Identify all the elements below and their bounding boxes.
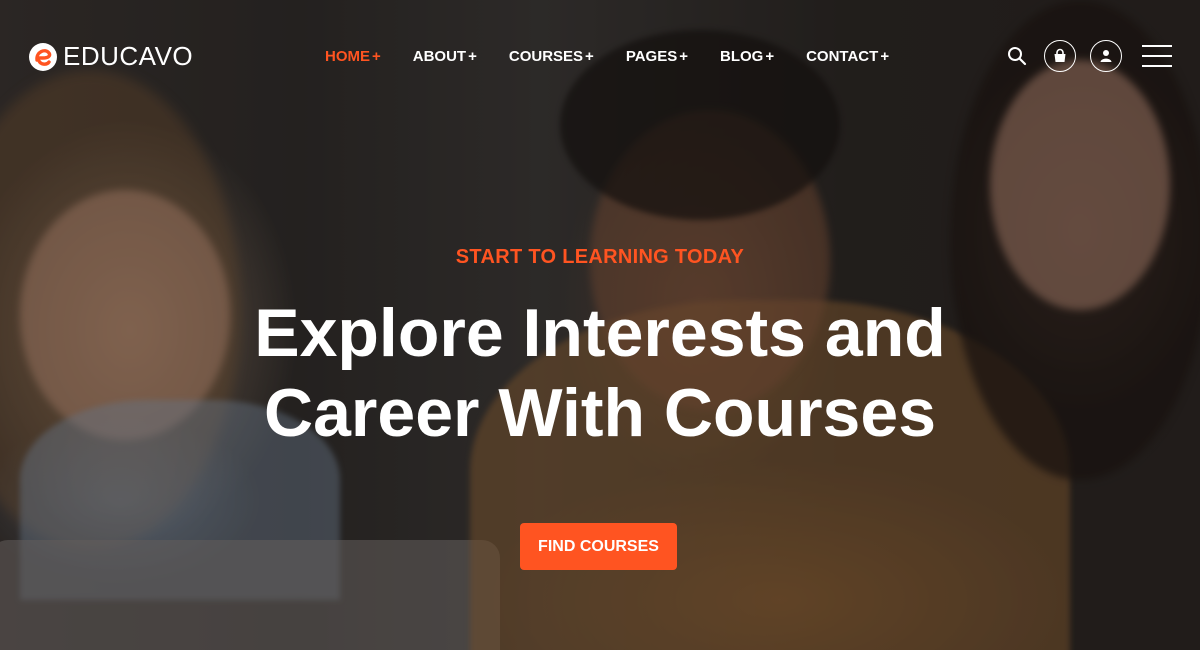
hero-headline: Explore Interests and Career With Course… <box>0 293 1200 453</box>
nav-item-label: BLOG <box>719 47 764 65</box>
hero-headline-line-2: Career With Courses <box>263 375 937 451</box>
nav-item-label: PAGES <box>625 47 678 65</box>
nav-item-label: CONTACT <box>806 47 879 65</box>
header-actions <box>1006 40 1172 72</box>
search-icon[interactable] <box>1006 45 1028 67</box>
educavo-logo-icon <box>29 42 57 71</box>
user-icon <box>1100 50 1112 62</box>
plus-icon: + <box>880 47 890 65</box>
menu-icon[interactable] <box>1142 45 1172 67</box>
nav-item-pages[interactable]: PAGES + <box>626 45 688 67</box>
menu-icon-line <box>1142 55 1172 57</box>
nav-item-home[interactable]: HOME + <box>325 45 381 67</box>
nav-item-courses[interactable]: COURSES + <box>509 45 594 67</box>
nav-item-contact[interactable]: CONTACT + <box>806 45 889 67</box>
main-nav: HOME + ABOUT + COURSES + PAGES + BLOG + CONTA… <box>325 45 889 67</box>
menu-icon-line <box>1142 65 1172 67</box>
plus-icon: + <box>765 47 775 65</box>
hero-eyebrow: START TO LEARNING TODAY <box>455 246 745 268</box>
menu-icon-line <box>1142 45 1172 47</box>
user-button[interactable] <box>1090 40 1122 72</box>
plus-icon: + <box>585 47 594 65</box>
hero-content: START TO LEARNING TODAY Explore Interest… <box>0 246 1200 453</box>
nav-item-label: ABOUT <box>412 47 467 65</box>
find-courses-button[interactable]: FIND COURSES <box>520 523 677 570</box>
nav-item-about[interactable]: ABOUT + <box>413 45 477 67</box>
plus-icon: + <box>468 47 477 65</box>
brand-name: EDUCAVO <box>63 41 194 71</box>
nav-item-label: HOME <box>325 47 370 65</box>
nav-item-blog[interactable]: BLOG + <box>720 45 774 67</box>
cart-button[interactable] <box>1044 40 1076 72</box>
plus-icon: + <box>372 47 381 65</box>
brand-logo[interactable]: EDUCAVO <box>28 41 193 72</box>
nav-item-label: COURSES <box>508 47 584 65</box>
hero-section: EDUCAVO HOME + ABOUT + COURSES + PAGES + BLO… <box>0 0 1200 650</box>
hero-headline-line-1: Explore Interests and <box>254 295 946 371</box>
plus-icon: + <box>679 47 688 65</box>
cart-icon <box>1054 48 1066 62</box>
site-header: EDUCAVO HOME + ABOUT + COURSES + PAGES + BLO… <box>0 0 1200 110</box>
